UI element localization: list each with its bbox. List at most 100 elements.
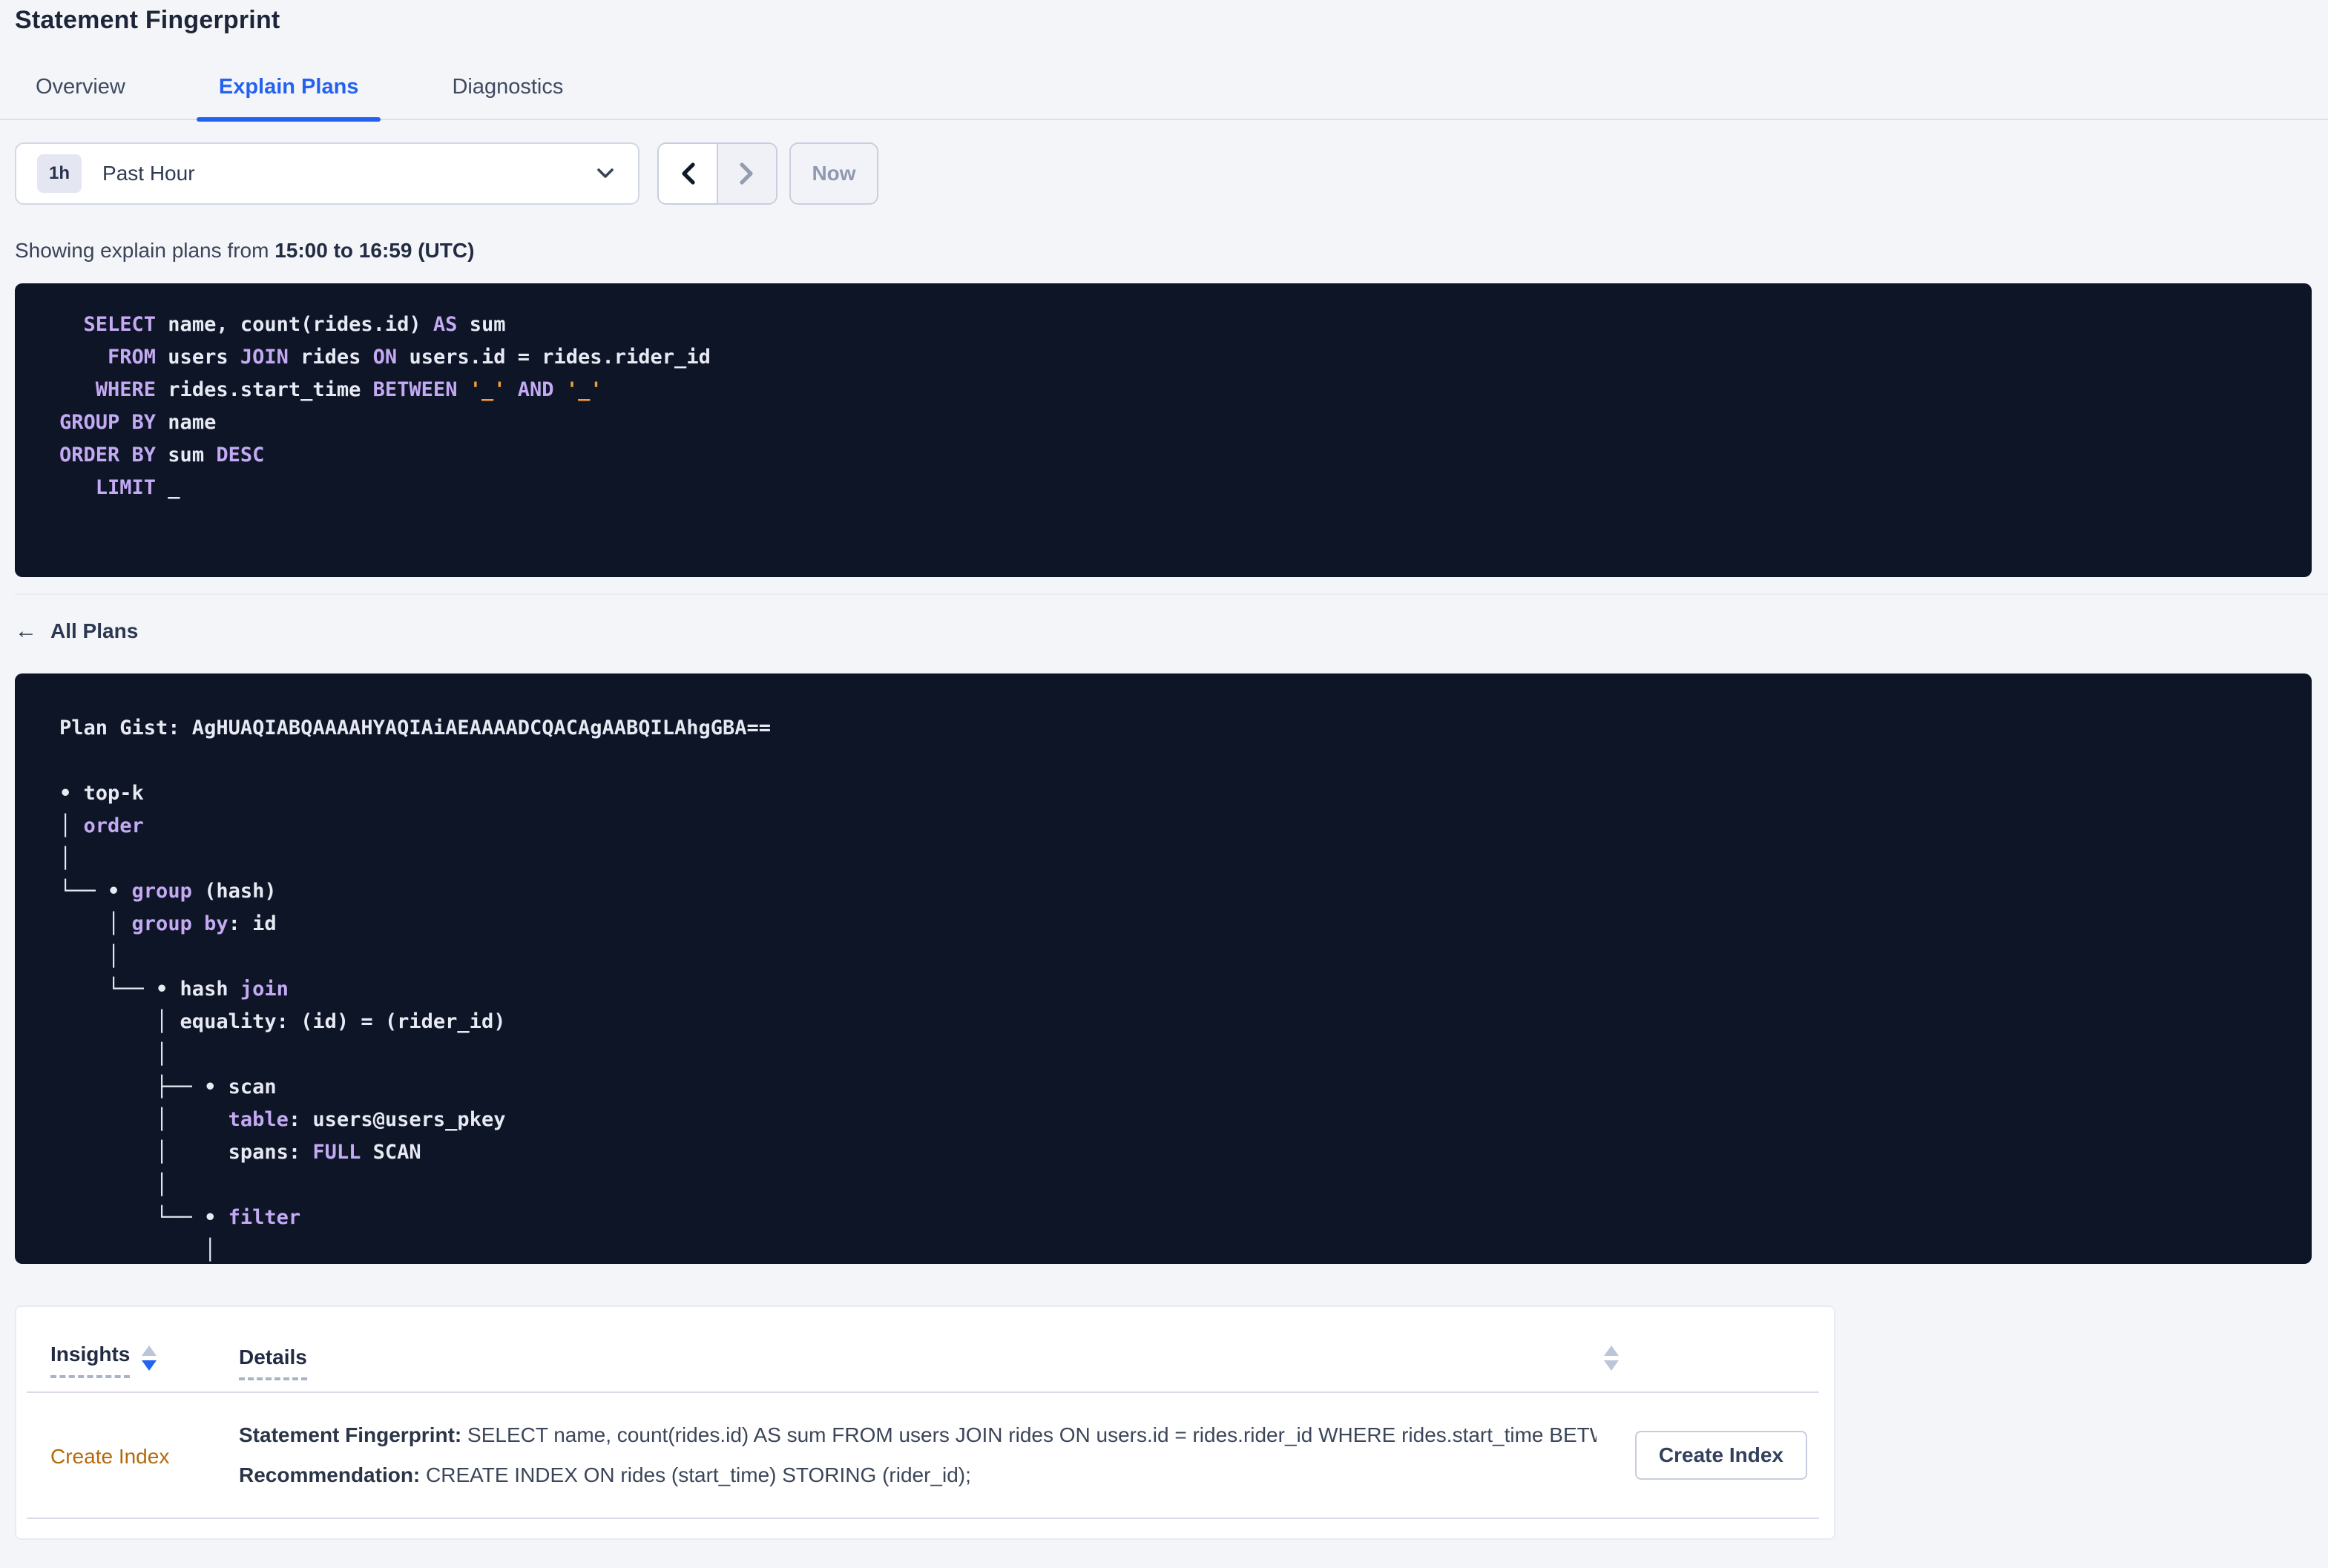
code-text: users <box>156 346 240 369</box>
code-line: LIMIT _ <box>59 472 2267 504</box>
code-text: │ <box>59 1043 168 1066</box>
insight-cell: Create Index <box>50 1442 239 1469</box>
insights-column-label: Insights <box>50 1343 131 1378</box>
now-button[interactable]: Now <box>789 142 878 205</box>
code-text: name, count(rides.id) <box>156 313 433 336</box>
code-line: │ equality: (id) = (rider_id) <box>59 1006 2267 1038</box>
tab-overview[interactable]: Overview <box>13 66 148 119</box>
create-index-button[interactable]: Create Index <box>1634 1431 1807 1480</box>
code-line: │ group by: id <box>59 908 2267 941</box>
detail-statement-text: SELECT name, count(rides.id) AS sum FROM… <box>461 1423 1597 1446</box>
tab-diagnostics[interactable]: Diagnostics <box>430 66 585 119</box>
code-line: ├── • scan <box>59 1071 2267 1104</box>
prev-time-button[interactable] <box>659 144 717 203</box>
chevron-right-icon <box>739 162 755 185</box>
plan-gist-block: Plan Gist: AgHUAQIABQAAAAHYAQIAiAEAAAADC… <box>15 673 2312 1264</box>
code-line: └── • filter <box>59 1202 2267 1234</box>
code-line: FROM users JOIN rides ON users.id = ride… <box>59 341 2267 374</box>
arrow-left-icon: ← <box>15 619 37 643</box>
sort-asc-icon <box>1604 1345 1619 1356</box>
sort-asc-icon <box>142 1345 157 1356</box>
table-row: Create Index Statement Fingerprint: SELE… <box>16 1393 1834 1518</box>
all-plans-back-link[interactable]: ← All Plans <box>15 619 138 644</box>
column-header-insights[interactable]: Insights <box>50 1343 239 1378</box>
code-keyword: order <box>83 814 144 837</box>
code-keyword: ON <box>372 346 398 369</box>
code-text: rides.start_time <box>156 378 373 401</box>
code-text: └── • <box>59 1206 228 1229</box>
detail-statement-label: Statement Fingerprint: <box>239 1423 462 1446</box>
chevron-left-icon <box>680 162 696 185</box>
code-text: • top-k <box>59 782 144 805</box>
code-keyword: LIMIT <box>59 476 157 499</box>
code-keyword: JOIN <box>240 346 289 369</box>
code-keyword: join <box>240 978 289 1001</box>
sort-icon-insights[interactable] <box>142 1345 157 1371</box>
code-line: • top-k <box>59 777 2267 810</box>
details-cell: Statement Fingerprint: SELECT name, coun… <box>239 1423 1635 1487</box>
code-line: │ table: users@users_pkey <box>59 1104 2267 1136</box>
code-text: _ <box>156 476 180 499</box>
code-keyword: SELECT <box>59 313 157 336</box>
time-window-badge: 1h <box>37 154 82 193</box>
sort-desc-icon <box>1604 1360 1619 1371</box>
code-line: │ <box>59 843 2267 875</box>
code-text: │ <box>59 912 132 935</box>
code-line: └── • group (hash) <box>59 875 2267 908</box>
section-divider <box>15 593 2328 595</box>
code-text: sum <box>457 313 506 336</box>
detail-statement-line: Statement Fingerprint: SELECT name, coun… <box>239 1423 1597 1447</box>
code-line: │ <box>59 1169 2267 1202</box>
code-text: │ <box>59 814 84 837</box>
code-keyword: AND <box>517 378 554 401</box>
code-line: │ <box>59 1038 2267 1071</box>
code-string: '_' <box>565 378 602 401</box>
code-line: │ <box>59 941 2267 973</box>
showing-range-text: Showing explain plans from 15:00 to 16:5… <box>15 239 2328 263</box>
code-keyword: ORDER BY <box>59 444 157 467</box>
column-header-details[interactable]: Details <box>239 1343 307 1380</box>
code-keyword: WHERE <box>59 378 157 401</box>
time-window-label: Past Hour <box>102 162 195 185</box>
code-text: │ spans: <box>59 1141 313 1164</box>
chevron-down-icon <box>596 168 614 179</box>
code-string: '_' <box>469 378 506 401</box>
time-range-arrows <box>657 142 777 205</box>
time-range-select[interactable]: 1h Past Hour <box>15 142 639 205</box>
insights-table-card: Insights Details Create Index Statement … <box>15 1305 1835 1540</box>
tab-bar: Overview Explain Plans Diagnostics <box>0 66 2328 121</box>
code-text: │ <box>59 1239 217 1262</box>
next-time-button[interactable] <box>717 144 776 203</box>
time-toolbar: 1h Past Hour Now <box>15 142 2328 205</box>
details-column-label: Details <box>239 1345 307 1380</box>
detail-recommendation-label: Recommendation: <box>239 1463 421 1486</box>
code-line: Plan Gist: AgHUAQIABQAAAAHYAQIAiAEAAAADC… <box>59 712 2267 745</box>
code-text: │ <box>59 1173 168 1196</box>
code-text: └── • hash <box>59 978 240 1001</box>
code-text: users.id = rides.rider_id <box>397 346 711 369</box>
code-keyword: FROM <box>59 346 157 369</box>
insight-type-link[interactable]: Create Index <box>50 1445 169 1468</box>
code-text: name <box>156 411 217 434</box>
code-text: │ <box>59 847 72 870</box>
code-keyword: filter <box>228 1206 301 1229</box>
code-line: WHERE rides.start_time BETWEEN '_' AND '… <box>59 374 2267 406</box>
code-line: SELECT name, count(rides.id) AS sum <box>59 309 2267 341</box>
code-text: : id <box>228 912 277 935</box>
code-text: : users@users_pkey <box>288 1108 506 1131</box>
code-keyword: BETWEEN <box>372 378 458 401</box>
code-keyword: FULL <box>312 1141 361 1164</box>
code-line: GROUP BY name <box>59 406 2267 439</box>
code-text: rides <box>288 346 373 369</box>
code-text: └── • <box>59 880 132 903</box>
code-text: │ <box>59 945 120 968</box>
tab-explain-plans[interactable]: Explain Plans <box>196 66 382 121</box>
sort-icon-details[interactable] <box>1604 1345 1619 1371</box>
showing-range-bold: 15:00 to 16:59 (UTC) <box>274 239 475 262</box>
showing-prefix: Showing explain plans from <box>15 239 275 262</box>
sort-desc-icon <box>142 1360 157 1371</box>
